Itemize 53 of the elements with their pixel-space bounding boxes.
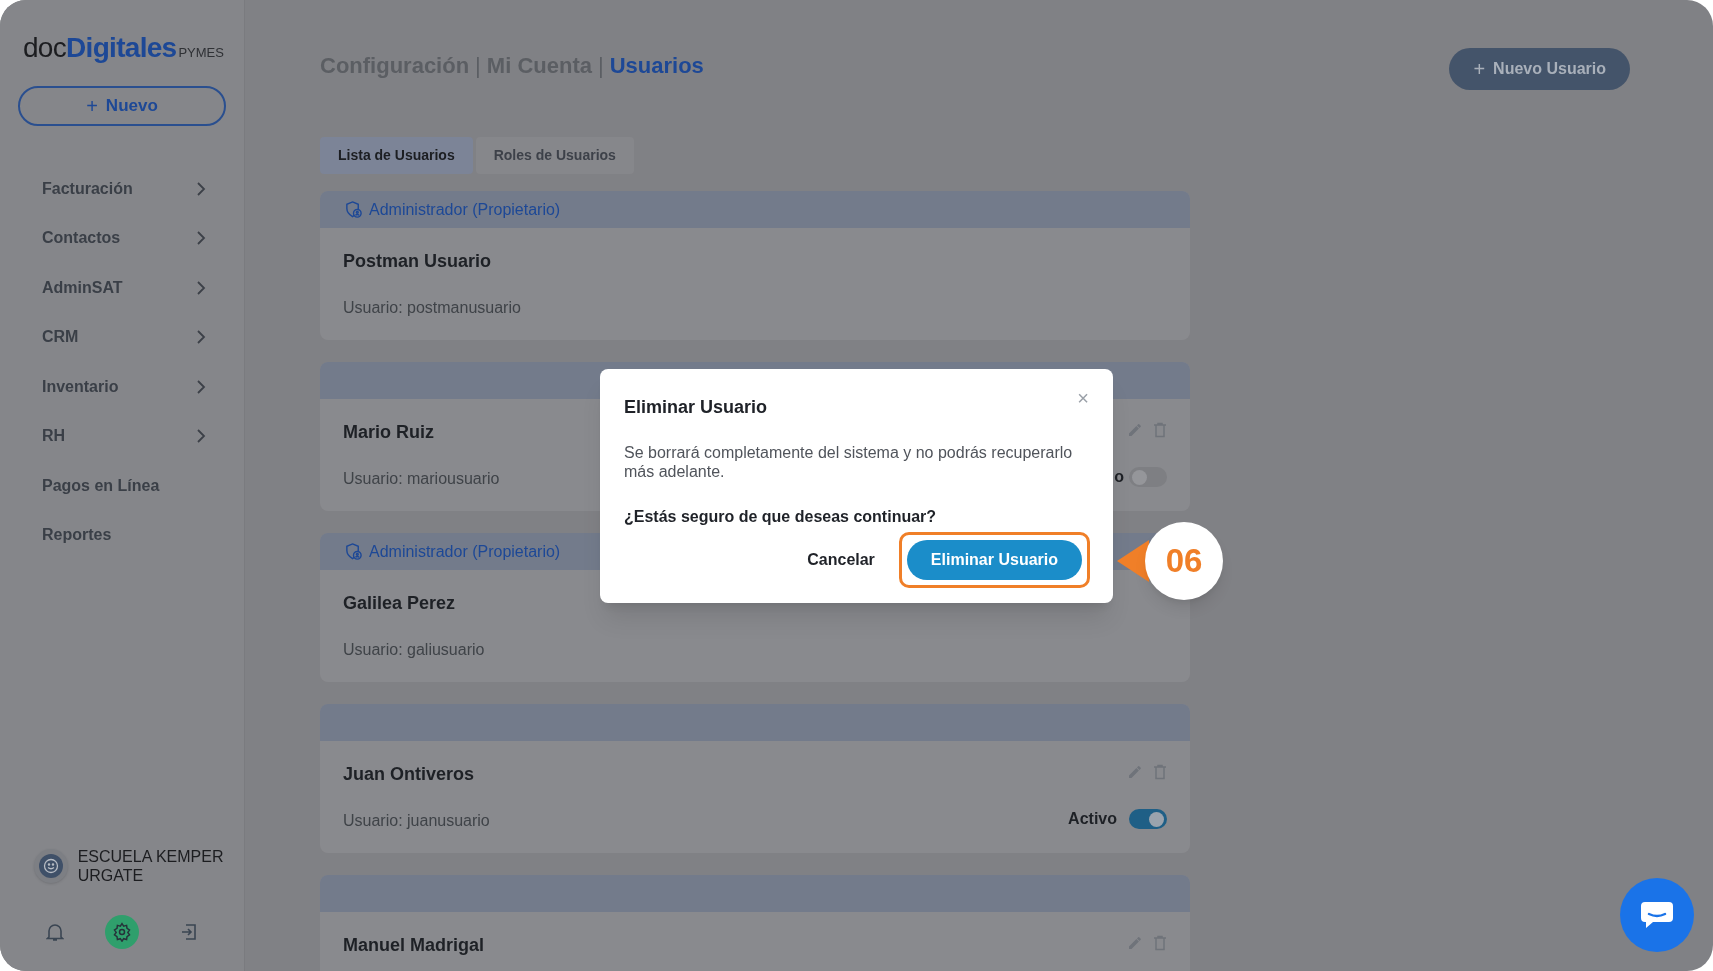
shield-user-icon — [344, 200, 363, 219]
pencil-icon[interactable] — [1127, 764, 1143, 780]
settings-button[interactable] — [105, 915, 139, 949]
role-label: Administrador (Propietario) — [369, 541, 561, 562]
nav-item[interactable]: Pagos en Línea — [18, 461, 226, 511]
username: Usuario: juanusuario — [343, 811, 490, 831]
nav-item[interactable]: AdminSAT — [18, 263, 226, 313]
avatar-icon — [34, 849, 68, 883]
breadcrumb-separator: | — [475, 52, 481, 80]
username: Usuario: mariousuario — [343, 469, 500, 489]
logo: docDigitales PYMES — [23, 34, 224, 62]
new-user-button[interactable]: + Nuevo Usuario — [1449, 48, 1630, 90]
nav-item[interactable]: Reportes — [18, 510, 226, 560]
pencil-icon[interactable] — [1127, 935, 1143, 951]
bell-icon[interactable] — [46, 922, 65, 942]
dialog-message: Se borrará completamente del sistema y no podrás recuperarlo más adelante. — [624, 443, 1074, 481]
nav-item[interactable]: Facturación — [18, 164, 226, 214]
breadcrumb-separator: | — [597, 52, 604, 80]
gear-icon — [112, 922, 132, 942]
pencil-icon[interactable] — [1127, 422, 1143, 438]
chat-bubble-icon — [1639, 900, 1675, 930]
close-button[interactable]: × — [1077, 388, 1089, 408]
user-name: Galilea Perez — [343, 592, 456, 615]
status-label: Activo — [1068, 809, 1117, 829]
user-name: Mario Ruiz — [343, 421, 434, 444]
new-button[interactable]: + Nuevo — [18, 86, 226, 126]
trash-icon[interactable] — [1153, 935, 1167, 951]
logout-icon[interactable] — [179, 923, 198, 941]
delete-user-button[interactable]: Eliminar Usuario — [906, 540, 1082, 580]
role-label: Administrador (Propietario) — [369, 199, 561, 220]
trash-icon[interactable] — [1153, 764, 1167, 780]
nav-item[interactable]: CRM — [18, 312, 226, 362]
user-name: Juan Ontiveros — [343, 763, 475, 786]
nav-item[interactable]: Inventario — [18, 362, 226, 412]
shield-user-icon — [344, 542, 363, 561]
dialog-question: ¿Estás seguro de que deseas continuar? — [624, 507, 938, 527]
trash-icon[interactable] — [1153, 422, 1167, 438]
user-name: Manuel Madrigal — [343, 934, 485, 957]
tab[interactable]: Roles de Usuarios — [475, 137, 634, 174]
cancel-button[interactable]: Cancelar — [807, 548, 875, 572]
account-name: ESCUELA KEMPER URGATE — [77, 847, 225, 885]
status-toggle[interactable] — [1129, 467, 1167, 487]
user-name: Postman Usuario — [343, 250, 492, 273]
username: Usuario: galiusuario — [343, 640, 485, 660]
status-label: o — [1114, 467, 1124, 487]
status-toggle[interactable] — [1129, 809, 1167, 829]
nav-item[interactable]: RH — [18, 411, 226, 461]
nav-item[interactable]: Contactos — [18, 213, 226, 263]
breadcrumb-item[interactable]: Usuarios — [609, 49, 704, 82]
step-number: 06 — [1145, 522, 1223, 600]
dialog-title: Eliminar Usuario — [624, 396, 768, 419]
tab[interactable]: Lista de Usuarios — [320, 137, 473, 174]
username: Usuario: postmanusuario — [343, 298, 521, 318]
